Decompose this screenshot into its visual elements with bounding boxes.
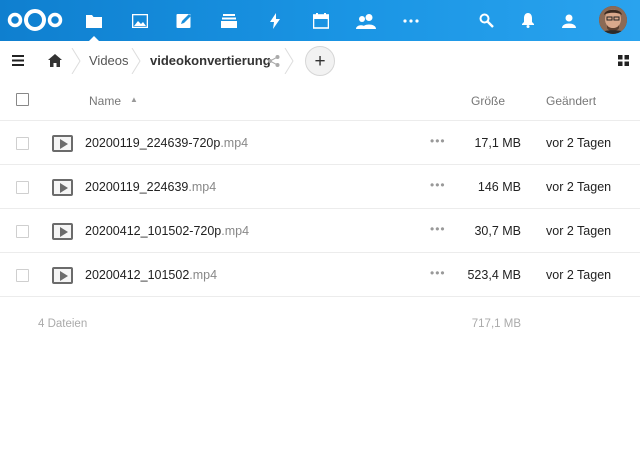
video-file-icon[interactable]	[52, 179, 73, 196]
calendar-icon[interactable]	[298, 0, 344, 41]
file-name[interactable]: 20200412_101502-720p.mp4	[85, 224, 249, 238]
video-file-icon[interactable]	[52, 135, 73, 152]
table-row[interactable]: 20200412_101502.mp4 ••• 523,4 MB vor 2 T…	[0, 253, 640, 297]
file-count: 4 Dateien	[38, 318, 88, 330]
files-icon[interactable]	[71, 0, 117, 41]
more-actions-icon[interactable]: •••	[430, 178, 448, 192]
menu-icon[interactable]	[12, 55, 24, 66]
row-checkbox[interactable]	[16, 181, 29, 194]
row-checkbox[interactable]	[16, 137, 29, 150]
file-modified: vor 2 Tagen	[546, 136, 612, 150]
deck-icon[interactable]	[206, 0, 252, 41]
user-avatar[interactable]	[599, 6, 627, 34]
file-size: 30,7 MB	[474, 224, 521, 238]
column-size[interactable]: Größe	[471, 94, 505, 108]
top-header	[0, 0, 640, 41]
more-actions-icon[interactable]: •••	[430, 222, 448, 236]
photos-icon[interactable]	[117, 0, 163, 41]
video-file-icon[interactable]	[52, 267, 73, 284]
file-modified: vor 2 Tagen	[546, 268, 612, 282]
sort-asc-icon[interactable]: ▲	[130, 95, 138, 104]
breadcrumb: Videos videokonvertierung +	[0, 41, 640, 81]
total-size: 717,1 MB	[471, 318, 521, 330]
file-size: 17,1 MB	[474, 136, 521, 150]
breadcrumb-current[interactable]: videokonvertierung	[150, 53, 271, 68]
breadcrumb-separator-icon	[131, 48, 141, 74]
file-name[interactable]: 20200119_224639-720p.mp4	[85, 136, 248, 150]
file-modified: vor 2 Tagen	[546, 180, 612, 194]
breadcrumb-separator-icon	[71, 48, 81, 74]
column-modified[interactable]: Geändert	[546, 94, 596, 108]
more-apps-icon[interactable]	[388, 0, 434, 41]
row-checkbox[interactable]	[16, 269, 29, 282]
new-file-button[interactable]: +	[305, 46, 335, 76]
notes-icon[interactable]	[161, 0, 207, 41]
table-summary: 4 Dateien 717,1 MB	[0, 300, 640, 340]
column-name[interactable]: Name	[89, 94, 121, 108]
nextcloud-logo[interactable]	[6, 7, 64, 33]
breadcrumb-separator-icon	[284, 48, 294, 74]
table-header: Name ▲ Größe Geändert	[0, 81, 640, 121]
table-row[interactable]: 20200119_224639.mp4 ••• 146 MB vor 2 Tag…	[0, 165, 640, 209]
home-icon[interactable]	[48, 54, 62, 67]
more-actions-icon[interactable]: •••	[430, 266, 448, 280]
contacts-menu-icon[interactable]	[546, 0, 592, 41]
table-row[interactable]: 20200412_101502-720p.mp4 ••• 30,7 MB vor…	[0, 209, 640, 253]
more-actions-icon[interactable]: •••	[430, 134, 448, 148]
file-name[interactable]: 20200119_224639.mp4	[85, 180, 216, 194]
activity-icon[interactable]	[252, 0, 298, 41]
file-name[interactable]: 20200412_101502.mp4	[85, 268, 217, 282]
share-icon[interactable]	[268, 55, 280, 67]
plus-icon: +	[314, 50, 326, 72]
breadcrumb-videos[interactable]: Videos	[89, 53, 129, 68]
file-modified: vor 2 Tagen	[546, 224, 612, 238]
row-checkbox[interactable]	[16, 225, 29, 238]
notifications-icon[interactable]	[505, 0, 551, 41]
video-file-icon[interactable]	[52, 223, 73, 240]
contacts-icon[interactable]	[343, 0, 389, 41]
select-all-checkbox[interactable]	[16, 93, 29, 106]
table-row[interactable]: 20200119_224639-720p.mp4 ••• 17,1 MB vor…	[0, 121, 640, 165]
file-size: 523,4 MB	[467, 268, 521, 282]
grid-view-icon[interactable]	[618, 55, 629, 66]
search-icon[interactable]	[463, 0, 509, 41]
file-size: 146 MB	[477, 180, 521, 194]
